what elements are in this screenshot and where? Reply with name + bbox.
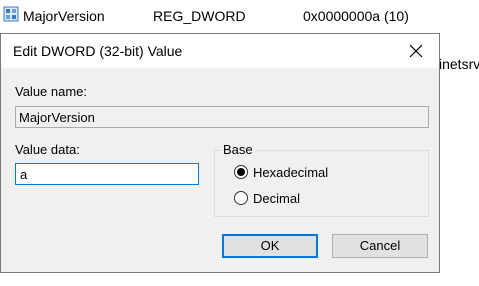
base-group-label: Base (221, 142, 255, 157)
ok-button[interactable]: OK (222, 234, 318, 258)
radio-hexadecimal-circle[interactable] (234, 165, 248, 179)
close-icon (409, 44, 423, 58)
value-name-field[interactable]: MajorVersion (15, 106, 429, 128)
dialog-title: Edit DWORD (32-bit) Value (13, 43, 183, 59)
edit-dword-dialog: Edit DWORD (32-bit) Value Value name: Ma… (0, 33, 440, 273)
value-name-label: Value name: (15, 84, 88, 99)
registry-value-type: REG_DWORD (153, 8, 246, 24)
background-partial-text: inetsrv (439, 56, 479, 72)
registry-value-name: MajorVersion (23, 8, 105, 24)
base-groupbox (214, 150, 429, 217)
close-button[interactable] (393, 34, 439, 68)
radio-decimal-label[interactable]: Decimal (253, 191, 300, 206)
background-list-area (0, 273, 479, 286)
registry-value-row[interactable]: MajorVersion REG_DWORD 0x0000000a (10) (0, 0, 479, 34)
value-data-input[interactable] (15, 163, 199, 185)
registry-value-data: 0x0000000a (10) (303, 8, 409, 24)
radio-decimal-circle[interactable] (234, 191, 248, 205)
dialog-titlebar[interactable]: Edit DWORD (32-bit) Value (1, 34, 439, 68)
radio-hexadecimal-label[interactable]: Hexadecimal (253, 165, 328, 180)
dword-value-icon (3, 6, 19, 22)
cancel-button[interactable]: Cancel (332, 234, 428, 258)
value-data-label: Value data: (15, 142, 80, 157)
